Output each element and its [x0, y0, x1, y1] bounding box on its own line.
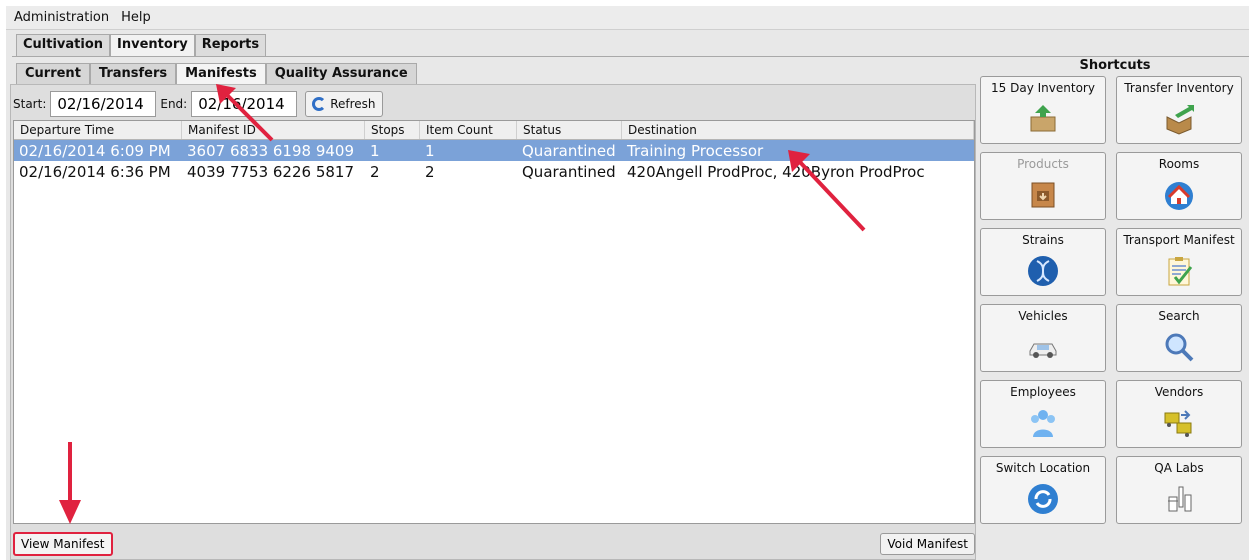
shortcut-15-day-inventory[interactable]: 15 Day Inventory: [980, 76, 1106, 144]
shortcut-products[interactable]: Products: [980, 152, 1106, 220]
manifests-panel: Start: End: Refresh Departure Time Manif…: [10, 84, 976, 560]
shortcut-vendors[interactable]: Vendors: [1116, 380, 1242, 448]
shortcut-transfer-inventory[interactable]: Transfer Inventory: [1116, 76, 1242, 144]
shortcut-label: Rooms: [1158, 157, 1200, 171]
shortcut-label: Transport Manifest: [1123, 233, 1235, 247]
inventory-box-icon: [1030, 105, 1056, 132]
col-manifest-id[interactable]: Manifest ID: [182, 121, 365, 139]
tab-inventory[interactable]: Inventory: [110, 34, 195, 56]
tab-transfers[interactable]: Transfers: [89, 63, 177, 85]
end-date-input[interactable]: [191, 91, 298, 117]
cell-manifest-id: 3607 6833 6198 9409: [187, 141, 354, 160]
transfer-box-icon: [1166, 105, 1194, 135]
main-tabs: Cultivation Inventory Reports: [16, 34, 267, 56]
cell-departure: 02/16/2014 6:09 PM: [19, 141, 171, 160]
shortcut-label: Vendors: [1154, 385, 1204, 399]
cell-manifest-id: 4039 7753 6226 5817: [187, 162, 354, 181]
menu-help[interactable]: Help: [121, 10, 151, 25]
manifests-table: Departure Time Manifest ID Stops Item Co…: [13, 120, 975, 524]
cell-items: 2: [425, 162, 435, 181]
cell-items: 1: [425, 141, 435, 160]
cell-destination: 420Angell ProdProc, 420Byron ProdProc: [627, 162, 925, 181]
menu-administration[interactable]: Administration: [14, 10, 109, 25]
col-departure-time[interactable]: Departure Time: [14, 121, 182, 139]
tab-current[interactable]: Current: [16, 63, 90, 85]
shortcut-label: QA Labs: [1154, 461, 1204, 475]
strains-dna-icon: [1028, 256, 1058, 286]
people-icon: [1031, 410, 1055, 437]
col-status[interactable]: Status: [517, 121, 622, 139]
shortcut-label: Transfer Inventory: [1124, 81, 1234, 95]
date-filters: Start: End: Refresh: [13, 91, 383, 117]
car-icon: [1029, 343, 1057, 358]
shortcut-label: Vehicles: [1018, 309, 1068, 323]
col-destination[interactable]: Destination: [622, 121, 974, 139]
shortcut-search[interactable]: Search: [1116, 304, 1242, 372]
shortcut-label: 15 Day Inventory: [991, 81, 1095, 95]
cell-stops: 2: [370, 162, 380, 181]
switch-arrows-icon: [1028, 484, 1058, 514]
sub-tabs: Current Transfers Manifests Quality Assu…: [16, 63, 417, 85]
tab-divider: [12, 56, 1249, 57]
rooms-house-icon: [1165, 182, 1193, 210]
start-date-input[interactable]: [50, 91, 157, 117]
col-stops[interactable]: Stops: [365, 121, 420, 139]
refresh-button[interactable]: Refresh: [305, 91, 383, 117]
shortcut-switch-location[interactable]: Switch Location: [980, 456, 1106, 524]
cell-stops: 1: [370, 141, 380, 160]
clipboard-check-icon: [1168, 257, 1193, 286]
application-window: Administration Help Cultivation Inventor…: [6, 6, 1249, 560]
cell-status: Quarantined: [522, 162, 616, 181]
shortcut-label: Employees: [1010, 385, 1076, 399]
shortcut-employees[interactable]: Employees: [980, 380, 1106, 448]
shortcut-qa-labs[interactable]: QA Labs: [1116, 456, 1242, 524]
refresh-icon: [312, 97, 327, 111]
shortcut-label: Strains: [1022, 233, 1064, 247]
tab-reports[interactable]: Reports: [194, 34, 267, 56]
col-item-count[interactable]: Item Count: [420, 121, 517, 139]
magnifier-icon: [1165, 333, 1194, 362]
cell-departure: 02/16/2014 6:36 PM: [19, 162, 171, 181]
shortcut-label: Switch Location: [995, 461, 1091, 475]
shortcut-strains[interactable]: Strains: [980, 228, 1106, 296]
cell-status: Quarantined: [522, 141, 616, 160]
end-label: End:: [160, 97, 188, 111]
lab-beakers-icon: [1168, 486, 1192, 512]
shortcut-label: Search: [1158, 309, 1200, 323]
shortcut-transport-manifest[interactable]: Transport Manifest: [1116, 228, 1242, 296]
shortcuts-title: Shortcuts: [1079, 58, 1151, 73]
action-bar: View Manifest Void Manifest: [13, 529, 975, 559]
void-manifest-button[interactable]: Void Manifest: [880, 533, 975, 555]
tab-quality-assurance[interactable]: Quality Assurance: [265, 63, 417, 85]
table-row[interactable]: 02/16/2014 6:36 PM 4039 7753 6226 5817 2…: [14, 161, 974, 182]
view-manifest-button[interactable]: View Manifest: [13, 532, 113, 556]
shortcuts-panel: Shortcuts 15 Day Inventory Transfer Inve…: [980, 58, 1249, 540]
tab-cultivation[interactable]: Cultivation: [16, 34, 111, 56]
vendor-trucks-icon: [1164, 410, 1192, 437]
tab-manifests[interactable]: Manifests: [176, 63, 266, 85]
table-row[interactable]: 02/16/2014 6:09 PM 3607 6833 6198 9409 1…: [14, 140, 974, 161]
refresh-label: Refresh: [330, 97, 376, 111]
products-crate-icon: [1031, 182, 1055, 208]
table-header: Departure Time Manifest ID Stops Item Co…: [14, 121, 974, 140]
shortcut-rooms[interactable]: Rooms: [1116, 152, 1242, 220]
start-label: Start:: [13, 97, 47, 111]
shortcuts-grid: 15 Day Inventory Transfer Inventory Prod…: [980, 76, 1249, 524]
shortcut-label: Products: [1017, 157, 1069, 171]
menu-bar: Administration Help: [6, 6, 1249, 30]
shortcut-vehicles[interactable]: Vehicles: [980, 304, 1106, 372]
cell-destination: Training Processor: [627, 141, 764, 160]
